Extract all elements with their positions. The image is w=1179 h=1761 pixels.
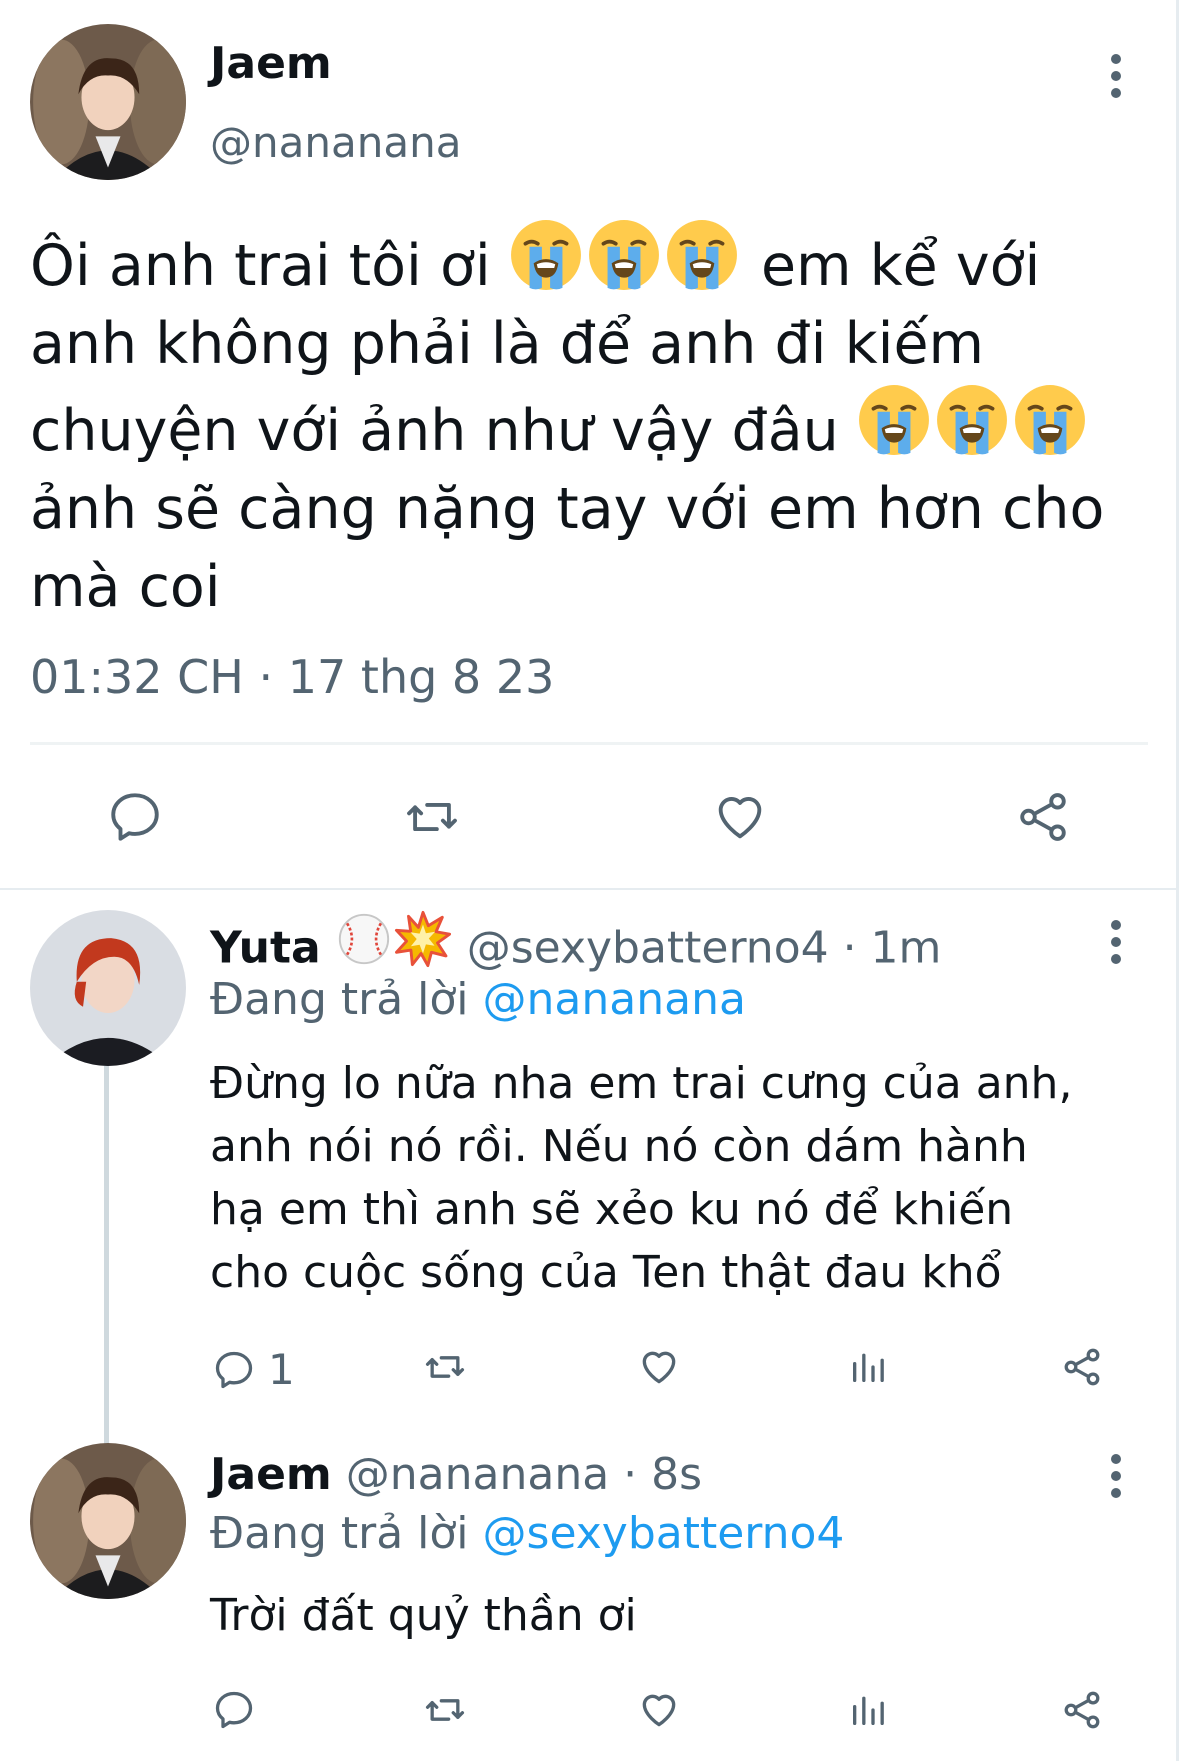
main-text-line1: Ôi anh trai tôi ơi em kể với	[30, 218, 1104, 305]
retweet-button[interactable]	[420, 1345, 470, 1389]
reply2-text: Trời đất quỷ thần ơi	[210, 1590, 637, 1641]
heart-icon	[642, 1351, 676, 1384]
retweet-icon	[425, 1356, 465, 1378]
main-timestamp[interactable]: 01:32 CH · 17 thg 8 23	[30, 650, 554, 704]
reply1-line3: hạ em thì anh sẽ xẻo ku nó để khiến	[210, 1184, 1014, 1235]
retweet-button[interactable]	[420, 1688, 470, 1732]
reply-count: 1	[268, 1345, 295, 1394]
replying-prefix: Đang trả lời	[210, 1508, 469, 1559]
reply-button[interactable]: 1	[212, 1345, 295, 1394]
loudly-crying-face-icon	[665, 218, 739, 292]
reply1-line2: anh nói nó rồi. Nếu nó còn dám hành	[210, 1121, 1028, 1172]
reply2-display-name[interactable]: Jaem	[210, 1449, 332, 1500]
reply1-handle-time[interactable]: @sexybatterno4 · 1m	[467, 923, 942, 974]
collision-icon	[393, 910, 453, 968]
reply2-replying-to: Đang trả lời @sexybatterno4	[210, 1508, 844, 1559]
reply1-text: Đừng lo nữa nha em trai cưng của anh, an…	[210, 1052, 1072, 1304]
retweet-icon	[407, 802, 457, 832]
analytics-button[interactable]	[848, 1345, 888, 1389]
main-text-line2: anh không phải là để anh đi kiếm	[30, 311, 985, 378]
loudly-crying-face-icon	[935, 383, 1009, 457]
share-icon	[1020, 793, 1066, 841]
share-button[interactable]	[1060, 1345, 1104, 1389]
more-options-icon[interactable]	[1110, 1454, 1122, 1498]
avatar-jaem-image	[30, 1443, 186, 1599]
heart-icon	[642, 1694, 676, 1727]
reply1-display-name[interactable]: Yuta	[210, 923, 321, 974]
loudly-crying-face-icon	[1013, 383, 1087, 457]
more-options-icon[interactable]	[1110, 920, 1122, 964]
like-button[interactable]	[710, 788, 770, 846]
reply1-replying-to: Đang trả lời @nananana	[210, 974, 746, 1025]
thread-line	[104, 1064, 109, 1444]
heart-icon	[718, 797, 762, 839]
reply-icon	[111, 793, 159, 841]
reply1-header: Yuta @sexybatterno4 · 1m	[210, 910, 941, 980]
analytics-icon	[853, 1696, 884, 1725]
main-text-line5: mà coi	[30, 554, 221, 621]
share-icon	[1064, 1691, 1100, 1729]
reply2-header: Jaem @nananana · 8s	[210, 1444, 702, 1506]
main-tweet-text: Ôi anh trai tôi ơi em kể với anh không p…	[30, 218, 1104, 626]
avatar-jaem[interactable]	[30, 24, 186, 180]
share-button[interactable]	[1014, 788, 1072, 846]
avatar-jaem-image	[30, 24, 186, 180]
share-button[interactable]	[1060, 1688, 1104, 1732]
reply-button[interactable]	[212, 1688, 256, 1732]
divider	[30, 742, 1148, 745]
analytics-button[interactable]	[848, 1688, 888, 1732]
text-segment: Ôi anh trai tôi ơi	[30, 233, 491, 300]
baseball-icon	[335, 910, 393, 968]
like-button[interactable]	[636, 1345, 682, 1389]
section-divider	[0, 888, 1179, 890]
reply-icon	[215, 1351, 253, 1388]
reply-button[interactable]	[106, 788, 164, 846]
loudly-crying-face-icon	[587, 218, 661, 292]
avatar-yuta[interactable]	[30, 910, 186, 1066]
main-text-line3: chuyện với ảnh như vậy đâu	[30, 383, 1104, 470]
analytics-icon	[853, 1353, 884, 1382]
reply2-handle-time[interactable]: @nananana · 8s	[346, 1449, 702, 1500]
reply1-line4: cho cuộc sống của Ten thật đau khổ	[210, 1247, 1002, 1298]
replying-to-handle[interactable]: @nananana	[483, 974, 746, 1025]
main-handle[interactable]: @nananana	[210, 118, 461, 167]
retweet-icon	[425, 1699, 465, 1721]
more-options-icon[interactable]	[1110, 54, 1122, 98]
reply1-line1: Đừng lo nữa nha em trai cưng của anh,	[210, 1058, 1073, 1109]
loudly-crying-face-icon	[509, 218, 583, 292]
text-segment: em kể với	[760, 233, 1041, 300]
loudly-crying-face-icon	[857, 383, 931, 457]
replying-prefix: Đang trả lời	[210, 974, 469, 1025]
avatar-yuta-image	[30, 910, 186, 1066]
main-display-name[interactable]: Jaem	[210, 38, 332, 89]
replying-to-handle[interactable]: @sexybatterno4	[483, 1508, 845, 1559]
retweet-button[interactable]	[400, 788, 464, 846]
main-text-line4: ảnh sẽ càng nặng tay với em hơn cho	[30, 476, 1105, 543]
like-button[interactable]	[636, 1688, 682, 1732]
share-icon	[1064, 1348, 1100, 1386]
reply-icon	[215, 1691, 253, 1729]
text-segment: chuyện với ảnh như vậy đâu	[30, 398, 839, 465]
avatar-jaem[interactable]	[30, 1443, 186, 1599]
